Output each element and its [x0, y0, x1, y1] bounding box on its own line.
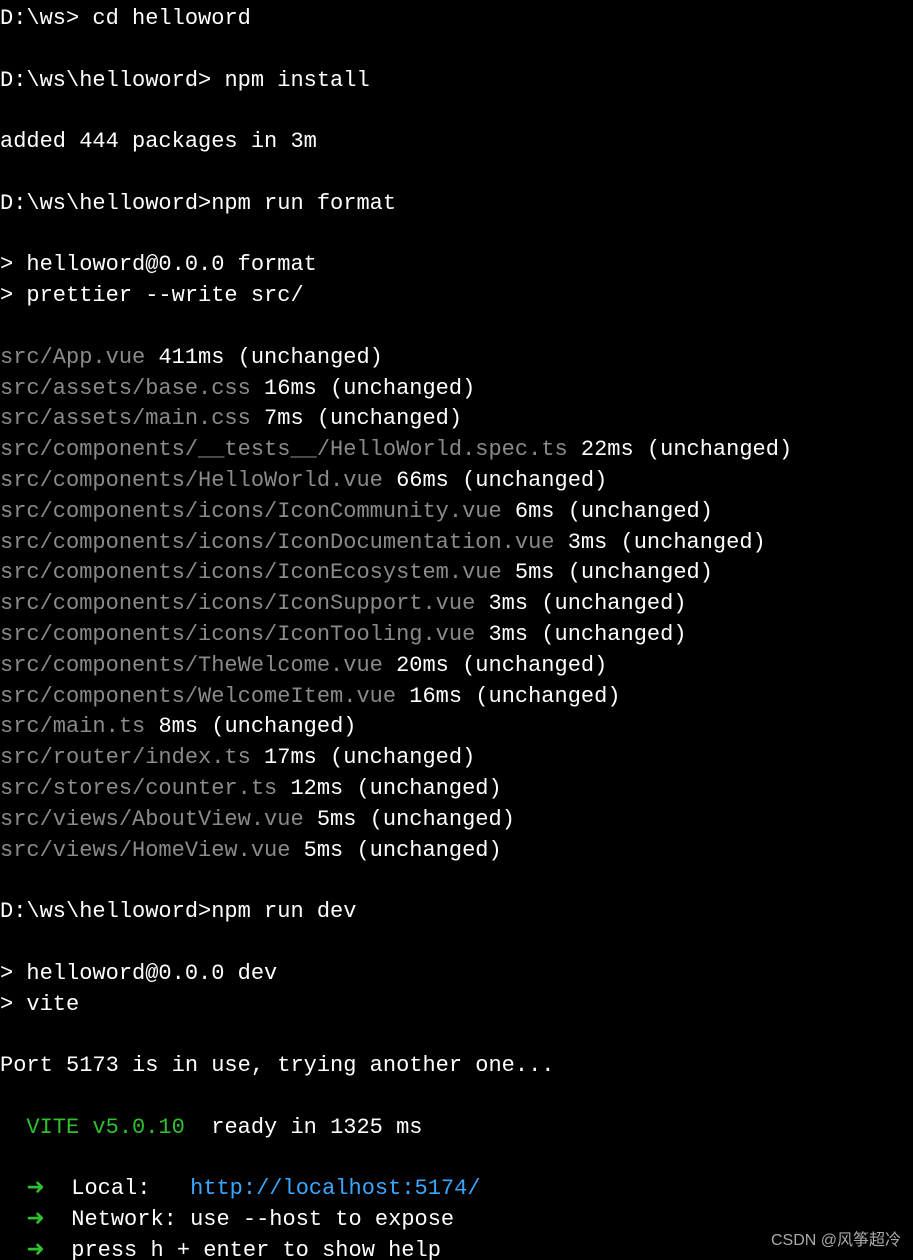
prettier-line: src/components/icons/IconTooling.vue 3ms…	[0, 622, 687, 647]
file-path: src/components/HelloWorld.vue	[0, 468, 396, 493]
port-message: Port 5173 is in use, trying another one.…	[0, 1053, 555, 1078]
shell-prompt: D:\ws\helloword>	[0, 899, 211, 924]
file-path: src/main.ts	[0, 714, 158, 739]
file-result: 8ms (unchanged)	[158, 714, 356, 739]
file-path: src/App.vue	[0, 345, 158, 370]
vite-ready-line: VITE v5.0.10 ready in 1325 ms	[0, 1115, 422, 1140]
file-result: 6ms (unchanged)	[515, 499, 713, 524]
prettier-line: src/assets/base.css 16ms (unchanged)	[0, 376, 475, 401]
file-path: src/components/WelcomeItem.vue	[0, 684, 409, 709]
shell-prompt: D:\ws\helloword>	[0, 191, 211, 216]
file-result: 22ms (unchanged)	[581, 437, 792, 462]
file-path: src/components/icons/IconDocumentation.v…	[0, 530, 568, 555]
prettier-line: src/views/AboutView.vue 5ms (unchanged)	[0, 807, 515, 832]
prettier-line: src/components/icons/IconDocumentation.v…	[0, 530, 766, 555]
file-path: src/views/AboutView.vue	[0, 807, 317, 832]
prettier-line: src/stores/counter.ts 12ms (unchanged)	[0, 776, 502, 801]
vite-network-line: ➜ Network: use --host to expose	[0, 1207, 454, 1232]
file-result: 3ms (unchanged)	[488, 622, 686, 647]
file-path: src/components/icons/IconTooling.vue	[0, 622, 488, 647]
file-result: 3ms (unchanged)	[488, 591, 686, 616]
prettier-line: src/components/icons/IconEcosystem.vue 5…	[0, 560, 713, 585]
local-label: Local:	[71, 1176, 190, 1201]
prettier-line: src/views/HomeView.vue 5ms (unchanged)	[0, 838, 502, 863]
arrow-icon: ➜	[0, 1238, 71, 1260]
prettier-line: src/components/__tests__/HelloWorld.spec…	[0, 437, 792, 462]
file-result: 5ms (unchanged)	[317, 807, 515, 832]
prettier-line: src/components/TheWelcome.vue 20ms (unch…	[0, 653, 607, 678]
file-path: src/components/icons/IconEcosystem.vue	[0, 560, 515, 585]
file-path: src/assets/main.css	[0, 406, 264, 431]
prompt-line: D:\ws\helloword>npm run dev	[0, 899, 356, 924]
prompt-line: D:\ws> cd helloword	[0, 6, 251, 31]
prettier-line: src/assets/main.css 7ms (unchanged)	[0, 406, 462, 431]
shell-command: npm run format	[211, 191, 396, 216]
script-header: > helloword@0.0.0 dev	[0, 961, 277, 986]
file-result: 5ms (unchanged)	[304, 838, 502, 863]
prettier-line: src/components/icons/IconCommunity.vue 6…	[0, 499, 713, 524]
terminal-output[interactable]: D:\ws> cd helloword D:\ws\helloword> npm…	[0, 0, 913, 1260]
file-result: 3ms (unchanged)	[568, 530, 766, 555]
prettier-line: src/components/HelloWorld.vue 66ms (unch…	[0, 468, 607, 493]
help-text: press h + enter to show help	[71, 1238, 441, 1260]
prettier-line: src/router/index.ts 17ms (unchanged)	[0, 745, 475, 770]
file-result: 411ms (unchanged)	[158, 345, 382, 370]
local-url[interactable]: http://localhost:5174/	[190, 1176, 480, 1201]
file-result: 7ms (unchanged)	[264, 406, 462, 431]
prettier-line: src/App.vue 411ms (unchanged)	[0, 345, 383, 370]
file-path: src/components/__tests__/HelloWorld.spec…	[0, 437, 581, 462]
arrow-icon: ➜	[0, 1207, 71, 1232]
network-label: Network:	[71, 1207, 190, 1232]
arrow-icon: ➜	[0, 1176, 71, 1201]
script-header: > vite	[0, 992, 79, 1017]
npm-install-result: added 444 packages in 3m	[0, 129, 317, 154]
file-result: 16ms (unchanged)	[264, 376, 475, 401]
vite-local-line: ➜ Local: http://localhost:5174/	[0, 1176, 481, 1201]
shell-prompt: D:\ws>	[0, 6, 92, 31]
file-result: 16ms (unchanged)	[409, 684, 620, 709]
file-result: 20ms (unchanged)	[396, 653, 607, 678]
vite-version: VITE v5.0.10	[0, 1115, 185, 1140]
file-result: 12ms (unchanged)	[290, 776, 501, 801]
file-path: src/router/index.ts	[0, 745, 264, 770]
watermark: CSDN @风筝超冷	[771, 1230, 901, 1252]
prompt-line: D:\ws\helloword> npm install	[0, 68, 370, 93]
prettier-line: src/main.ts 8ms (unchanged)	[0, 714, 356, 739]
script-header: > prettier --write src/	[0, 283, 304, 308]
file-path: src/stores/counter.ts	[0, 776, 290, 801]
file-result: 5ms (unchanged)	[515, 560, 713, 585]
shell-command: npm install	[224, 68, 369, 93]
vite-help-line: ➜ press h + enter to show help	[0, 1238, 441, 1260]
file-result: 17ms (unchanged)	[264, 745, 475, 770]
file-path: src/assets/base.css	[0, 376, 264, 401]
script-header: > helloword@0.0.0 format	[0, 252, 317, 277]
prompt-line: D:\ws\helloword>npm run format	[0, 191, 396, 216]
prettier-line: src/components/WelcomeItem.vue 16ms (unc…	[0, 684, 621, 709]
shell-command: cd helloword	[92, 6, 250, 31]
file-result: 66ms (unchanged)	[396, 468, 607, 493]
prettier-line: src/components/icons/IconSupport.vue 3ms…	[0, 591, 687, 616]
file-path: src/components/icons/IconCommunity.vue	[0, 499, 515, 524]
network-hint: use --host to expose	[190, 1207, 454, 1232]
vite-ready: ready in 1325 ms	[185, 1115, 423, 1140]
shell-prompt: D:\ws\helloword>	[0, 68, 224, 93]
file-path: src/components/icons/IconSupport.vue	[0, 591, 488, 616]
file-path: src/views/HomeView.vue	[0, 838, 304, 863]
shell-command: npm run dev	[211, 899, 356, 924]
file-path: src/components/TheWelcome.vue	[0, 653, 396, 678]
